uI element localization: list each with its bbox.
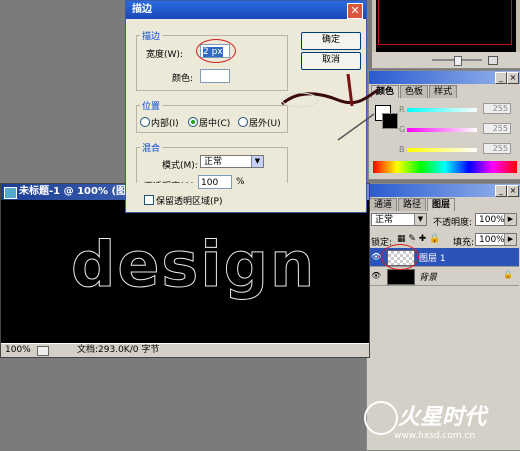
dialog-title: 描边	[132, 4, 152, 15]
decorative-brush-stroke	[281, 73, 379, 141]
color-spectrum-bar[interactable]	[373, 161, 517, 173]
fill-label: 填充:	[453, 238, 475, 248]
stroke-group-label: 描边	[140, 29, 163, 42]
close-icon[interactable]: ×	[507, 72, 519, 84]
center-label: 居中(C)	[199, 119, 231, 129]
status-bar: 100% 文档:293.0K/0 字节	[1, 343, 369, 357]
opacity-field[interactable]: 100	[198, 175, 232, 189]
watermark-text: 火星时代	[398, 405, 487, 430]
tab-paths[interactable]: 路径	[398, 198, 427, 211]
opacity-label: 不透明度:	[433, 218, 473, 228]
color-label: 颜色:	[172, 74, 194, 84]
green-channel-label: G	[399, 125, 406, 134]
tab-swatches[interactable]: 色板	[400, 85, 429, 98]
mode-select[interactable]: 正常 ▼	[200, 155, 264, 168]
lock-icon: 🔒	[503, 270, 513, 279]
ok-button[interactable]: 确定	[301, 32, 361, 50]
document-title: 未标题-1 @ 100% (图层	[19, 186, 137, 197]
close-button[interactable]: ✕	[347, 3, 363, 19]
blend-mode-select[interactable]: 正常 ▼	[371, 213, 427, 226]
tab-channels[interactable]: 通道	[369, 198, 398, 211]
green-channel-value[interactable]: 255	[483, 123, 511, 134]
tab-styles[interactable]: 样式	[429, 85, 458, 98]
layer-opacity-value: 100%	[479, 215, 505, 225]
blue-channel-label: B	[399, 145, 405, 154]
chevron-right-icon: ▶	[504, 234, 516, 245]
inside-label: 内部(I)	[151, 119, 179, 129]
eye-icon[interactable]: 👁	[371, 271, 381, 280]
outside-label: 居外(U)	[249, 119, 281, 129]
blend-group-label: 混合	[140, 141, 163, 154]
watermark-logo: 火星时代 www.hxsd.com.cn	[364, 399, 514, 443]
blend-mode-value: 正常	[375, 215, 394, 225]
layer-name: 背景	[419, 273, 438, 283]
width-label: 宽度(W):	[146, 50, 183, 60]
blue-channel-slider[interactable]	[407, 148, 477, 152]
close-icon[interactable]: ×	[507, 185, 519, 197]
status-menu-icon[interactable]	[37, 346, 49, 356]
layer-name: 图层 1	[419, 254, 446, 264]
opacity-unit: %	[236, 177, 245, 187]
minimize-icon[interactable]: _	[495, 185, 507, 197]
blue-channel-value[interactable]: 255	[483, 143, 511, 154]
stroke-color-swatch[interactable]	[200, 69, 230, 83]
color-palette: _ × 颜色 色板 样式 R 255 G 255 B 255	[368, 70, 520, 180]
layer-thumbnail	[387, 269, 415, 285]
chevron-right-icon: ▶	[504, 214, 516, 225]
chevron-down-icon: ▼	[414, 214, 426, 225]
zoom-slider-handle[interactable]	[454, 56, 462, 66]
radio-outside[interactable]	[238, 117, 248, 127]
document-info: 文档:293.0K/0 字节	[77, 345, 160, 355]
zoom-level[interactable]: 100%	[5, 344, 31, 357]
eye-icon[interactable]: 👁	[371, 252, 381, 261]
color-palette-tabs: 颜色 色板 样式	[371, 85, 458, 98]
layer-opacity-field[interactable]: 100% ▶	[475, 213, 517, 226]
red-channel-value[interactable]: 255	[483, 103, 511, 114]
navigator-view-box	[378, 0, 512, 45]
navigator-preview	[372, 0, 520, 52]
red-channel-label: R	[399, 105, 405, 114]
cancel-button[interactable]: 取消	[301, 52, 361, 70]
minimize-icon[interactable]: _	[495, 72, 507, 84]
mode-value: 正常	[204, 157, 223, 167]
color-palette-titlebar[interactable]: _ ×	[369, 71, 520, 84]
radio-center[interactable]	[188, 117, 198, 127]
position-group-label: 位置	[140, 99, 163, 112]
background-color-swatch[interactable]	[382, 113, 398, 129]
layer-fill-field[interactable]: 100% ▶	[475, 233, 517, 246]
chevron-down-icon: ▼	[251, 156, 263, 167]
preserve-transparency-label: 保留透明区域(P)	[156, 197, 223, 207]
layers-palette-tabs: 通道 路径 图层	[369, 198, 456, 211]
dialog-titlebar[interactable]: 描边 ✕	[126, 1, 366, 19]
mode-label: 模式(M):	[162, 161, 198, 171]
lock-icons[interactable]: ▦ ✎ ✚ 🔒	[397, 234, 440, 244]
preserve-transparency-checkbox[interactable]	[144, 195, 154, 205]
watermark-url: www.hxsd.com.cn	[394, 431, 476, 441]
watermark-icon	[364, 401, 398, 435]
document-icon	[4, 187, 17, 199]
canvas-selection-text: design	[70, 228, 317, 301]
highlight-oval	[196, 39, 236, 63]
stroke-dialog-lower: 100 % 保留透明区域(P)	[125, 175, 367, 213]
highlight-oval	[381, 244, 419, 270]
layer-row[interactable]: 👁 背景 🔒	[369, 267, 519, 286]
opacity-value: 100	[201, 178, 219, 188]
radio-inside[interactable]	[140, 117, 150, 127]
layer-fill-value: 100%	[479, 235, 505, 245]
tab-layers[interactable]: 图层	[427, 198, 456, 211]
red-channel-slider[interactable]	[407, 108, 477, 112]
green-channel-slider[interactable]	[407, 128, 477, 132]
zoom-in-icon[interactable]	[488, 56, 498, 65]
layers-palette-titlebar[interactable]: _ ×	[367, 184, 520, 197]
navigator-zoom-bar	[372, 52, 520, 69]
